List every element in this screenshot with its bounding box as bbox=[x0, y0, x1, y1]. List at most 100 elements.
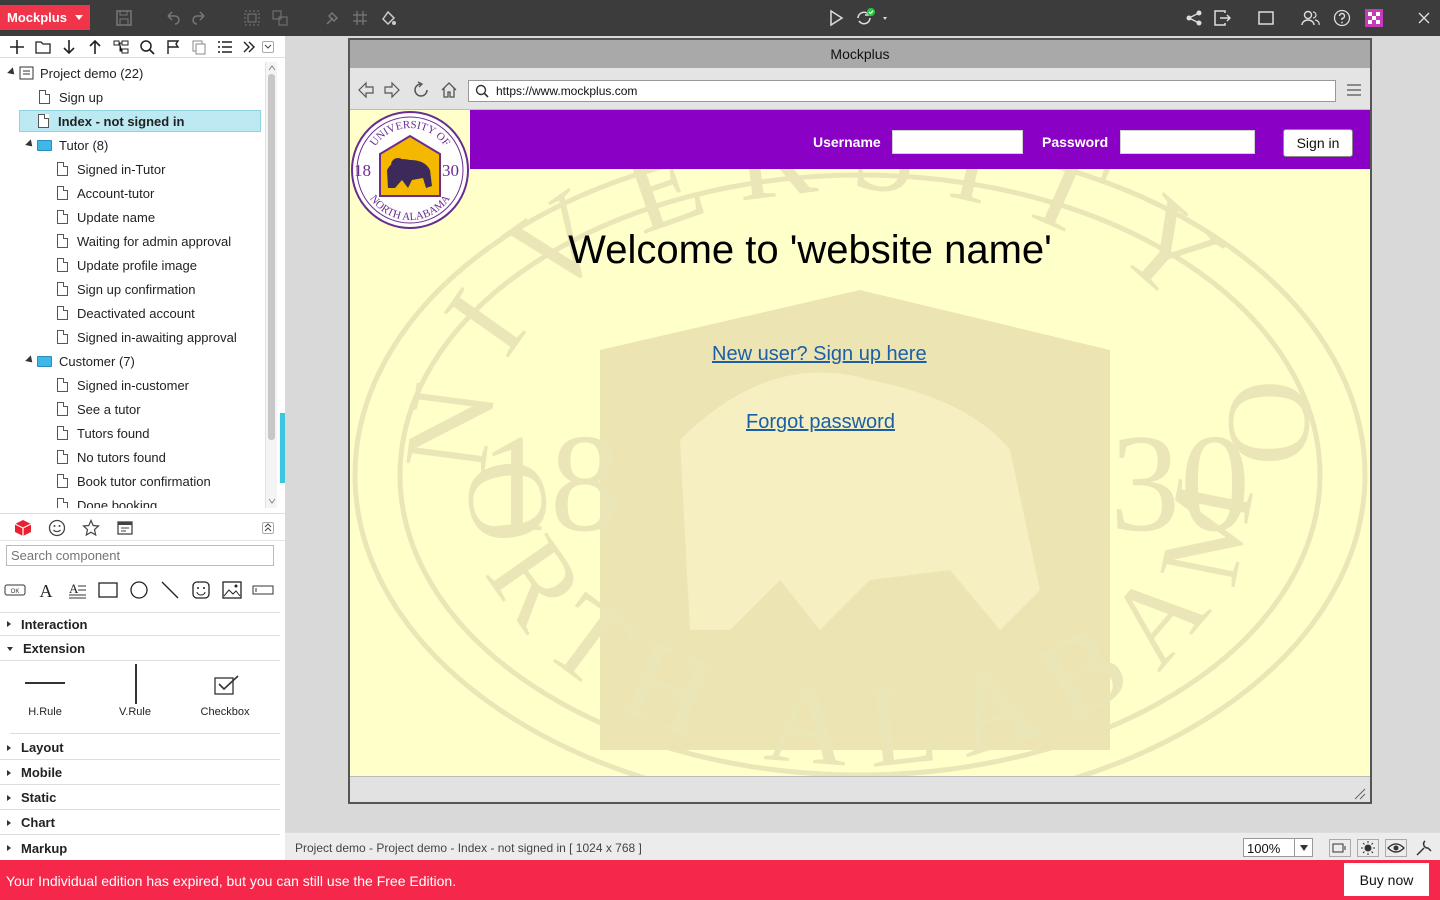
duplicate-icon[interactable] bbox=[191, 39, 207, 55]
tree-item-tutors-found[interactable]: Tutors found bbox=[57, 422, 150, 444]
paragraph-shape-icon[interactable]: A bbox=[66, 580, 88, 600]
back-icon[interactable] bbox=[357, 81, 375, 99]
collapse-icon[interactable] bbox=[262, 522, 274, 534]
icons-smiley-icon[interactable] bbox=[48, 519, 66, 537]
tree-item-deactivated-account[interactable]: Deactivated account bbox=[57, 302, 195, 324]
browser-menu-icon[interactable] bbox=[1346, 83, 1362, 97]
tree-item-no-tutors-found[interactable]: No tutors found bbox=[57, 446, 166, 468]
save-icon[interactable] bbox=[114, 8, 134, 28]
tree-item-signed-in-tutor[interactable]: Signed in-Tutor bbox=[57, 158, 165, 180]
favorites-star-icon[interactable] bbox=[82, 519, 100, 537]
add-folder-icon[interactable] bbox=[35, 39, 51, 55]
tree-folder-customer[interactable]: Customer (7) bbox=[24, 350, 135, 372]
tree-item-waiting-approval[interactable]: Waiting for admin approval bbox=[57, 230, 231, 252]
window-close-icon[interactable] bbox=[1414, 8, 1434, 28]
hrule-icon[interactable] bbox=[25, 682, 65, 684]
forgot-password-link[interactable]: Forgot password bbox=[746, 411, 895, 434]
password-input[interactable] bbox=[1120, 130, 1255, 154]
expand-triangle-icon[interactable] bbox=[25, 139, 36, 150]
refresh-icon[interactable] bbox=[412, 81, 430, 99]
help-icon[interactable] bbox=[1332, 8, 1352, 28]
list-icon[interactable] bbox=[217, 39, 233, 55]
input-shape-icon[interactable] bbox=[252, 580, 274, 600]
more-icon[interactable] bbox=[241, 39, 257, 55]
line-shape-icon[interactable] bbox=[159, 580, 181, 600]
tree-item-sign-up[interactable]: Sign up bbox=[39, 86, 103, 108]
tree-item-project[interactable]: Project demo (22) bbox=[6, 62, 143, 84]
section-chart[interactable]: Chart bbox=[0, 811, 280, 835]
preview-eye-icon[interactable] bbox=[1385, 839, 1407, 857]
tree-item-book-tutor-confirmation[interactable]: Book tutor confirmation bbox=[57, 470, 211, 492]
move-up-icon[interactable] bbox=[87, 39, 103, 55]
buy-now-button[interactable]: Buy now bbox=[1344, 863, 1429, 896]
grid-icon[interactable] bbox=[350, 8, 370, 28]
url-input[interactable]: https://www.mockplus.com bbox=[468, 80, 1336, 102]
zoom-select[interactable]: 100% bbox=[1243, 838, 1313, 857]
expand-triangle-icon[interactable] bbox=[7, 67, 18, 78]
undo-icon[interactable] bbox=[162, 8, 182, 28]
tree-item-awaiting-approval[interactable]: Signed in-awaiting approval bbox=[57, 326, 237, 348]
avatar[interactable] bbox=[1364, 8, 1384, 28]
section-layout[interactable]: Layout bbox=[0, 736, 280, 760]
section-markup[interactable]: Markup bbox=[0, 836, 280, 860]
tree-item-account-tutor[interactable]: Account-tutor bbox=[57, 182, 154, 204]
button-shape-icon[interactable]: OK bbox=[4, 580, 26, 600]
tree-item-update-profile-image[interactable]: Update profile image bbox=[57, 254, 197, 276]
brand-menu-button[interactable]: Mockplus bbox=[0, 5, 90, 30]
icon-shape-icon[interactable] bbox=[190, 580, 212, 600]
checkbox-icon[interactable] bbox=[214, 674, 240, 696]
tree-item-sign-up-confirmation[interactable]: Sign up confirmation bbox=[57, 278, 196, 300]
fill-icon[interactable] bbox=[378, 8, 398, 28]
section-static[interactable]: Static bbox=[0, 786, 280, 810]
expand-triangle-icon[interactable] bbox=[25, 355, 36, 366]
scroll-up-icon[interactable] bbox=[267, 64, 277, 72]
basic-shapes-row: OK A A bbox=[0, 577, 285, 603]
section-interaction[interactable]: Interaction bbox=[0, 612, 280, 636]
circle-shape-icon[interactable] bbox=[128, 580, 150, 600]
sync-icon[interactable] bbox=[854, 8, 888, 28]
export-icon[interactable] bbox=[1212, 8, 1232, 28]
resize-grip-icon[interactable] bbox=[1352, 786, 1366, 800]
scroll-down-icon[interactable] bbox=[267, 497, 277, 505]
flag-icon[interactable] bbox=[165, 39, 181, 55]
team-icon[interactable] bbox=[1300, 8, 1320, 28]
text-shape-icon[interactable]: A bbox=[35, 580, 57, 600]
tree-item-index-selected[interactable]: Index - not signed in bbox=[19, 110, 261, 132]
share-icon[interactable] bbox=[1184, 8, 1204, 28]
redo-icon[interactable] bbox=[190, 8, 210, 28]
templates-icon[interactable] bbox=[116, 519, 134, 537]
tree-item-see-a-tutor[interactable]: See a tutor bbox=[57, 398, 141, 420]
search-icon[interactable] bbox=[139, 39, 155, 55]
ungroup-icon[interactable] bbox=[270, 8, 290, 28]
tree-item-signed-in-customer[interactable]: Signed in-customer bbox=[57, 374, 189, 396]
tree-item-done-booking[interactable]: Done booking bbox=[57, 494, 157, 508]
brightness-icon[interactable] bbox=[1357, 839, 1379, 857]
preview-play-icon[interactable] bbox=[826, 8, 846, 28]
section-mobile[interactable]: Mobile bbox=[0, 761, 280, 785]
new-user-sign-up-link[interactable]: New user? Sign up here bbox=[712, 343, 927, 366]
vrule-icon[interactable] bbox=[135, 664, 137, 704]
sitemap-icon[interactable] bbox=[113, 39, 129, 55]
add-page-icon[interactable] bbox=[9, 39, 25, 55]
sign-in-button[interactable]: Sign in bbox=[1283, 129, 1353, 157]
fit-screen-icon[interactable] bbox=[1329, 839, 1351, 857]
home-icon[interactable] bbox=[440, 81, 458, 99]
move-down-icon[interactable] bbox=[61, 39, 77, 55]
section-extension[interactable]: Extension bbox=[0, 637, 280, 661]
image-shape-icon[interactable] bbox=[221, 580, 243, 600]
username-input[interactable] bbox=[892, 130, 1023, 154]
tree-item-update-name[interactable]: Update name bbox=[57, 206, 155, 228]
components-cube-icon[interactable] bbox=[14, 519, 32, 537]
fullscreen-icon[interactable] bbox=[1256, 8, 1276, 28]
tools-icon[interactable] bbox=[1415, 839, 1433, 857]
collapse-icon[interactable] bbox=[262, 41, 274, 53]
tree-scrollbar[interactable] bbox=[265, 62, 277, 508]
tree-folder-tutor[interactable]: Tutor (8) bbox=[24, 134, 108, 156]
scrollbar-thumb[interactable] bbox=[268, 74, 275, 440]
format-brush-icon[interactable] bbox=[322, 8, 342, 28]
rectangle-shape-icon[interactable] bbox=[97, 580, 119, 600]
component-search-input[interactable] bbox=[6, 545, 274, 566]
tree-item-label: Signed in-customer bbox=[77, 377, 189, 393]
forward-icon[interactable] bbox=[383, 81, 401, 99]
group-icon[interactable] bbox=[242, 8, 262, 28]
